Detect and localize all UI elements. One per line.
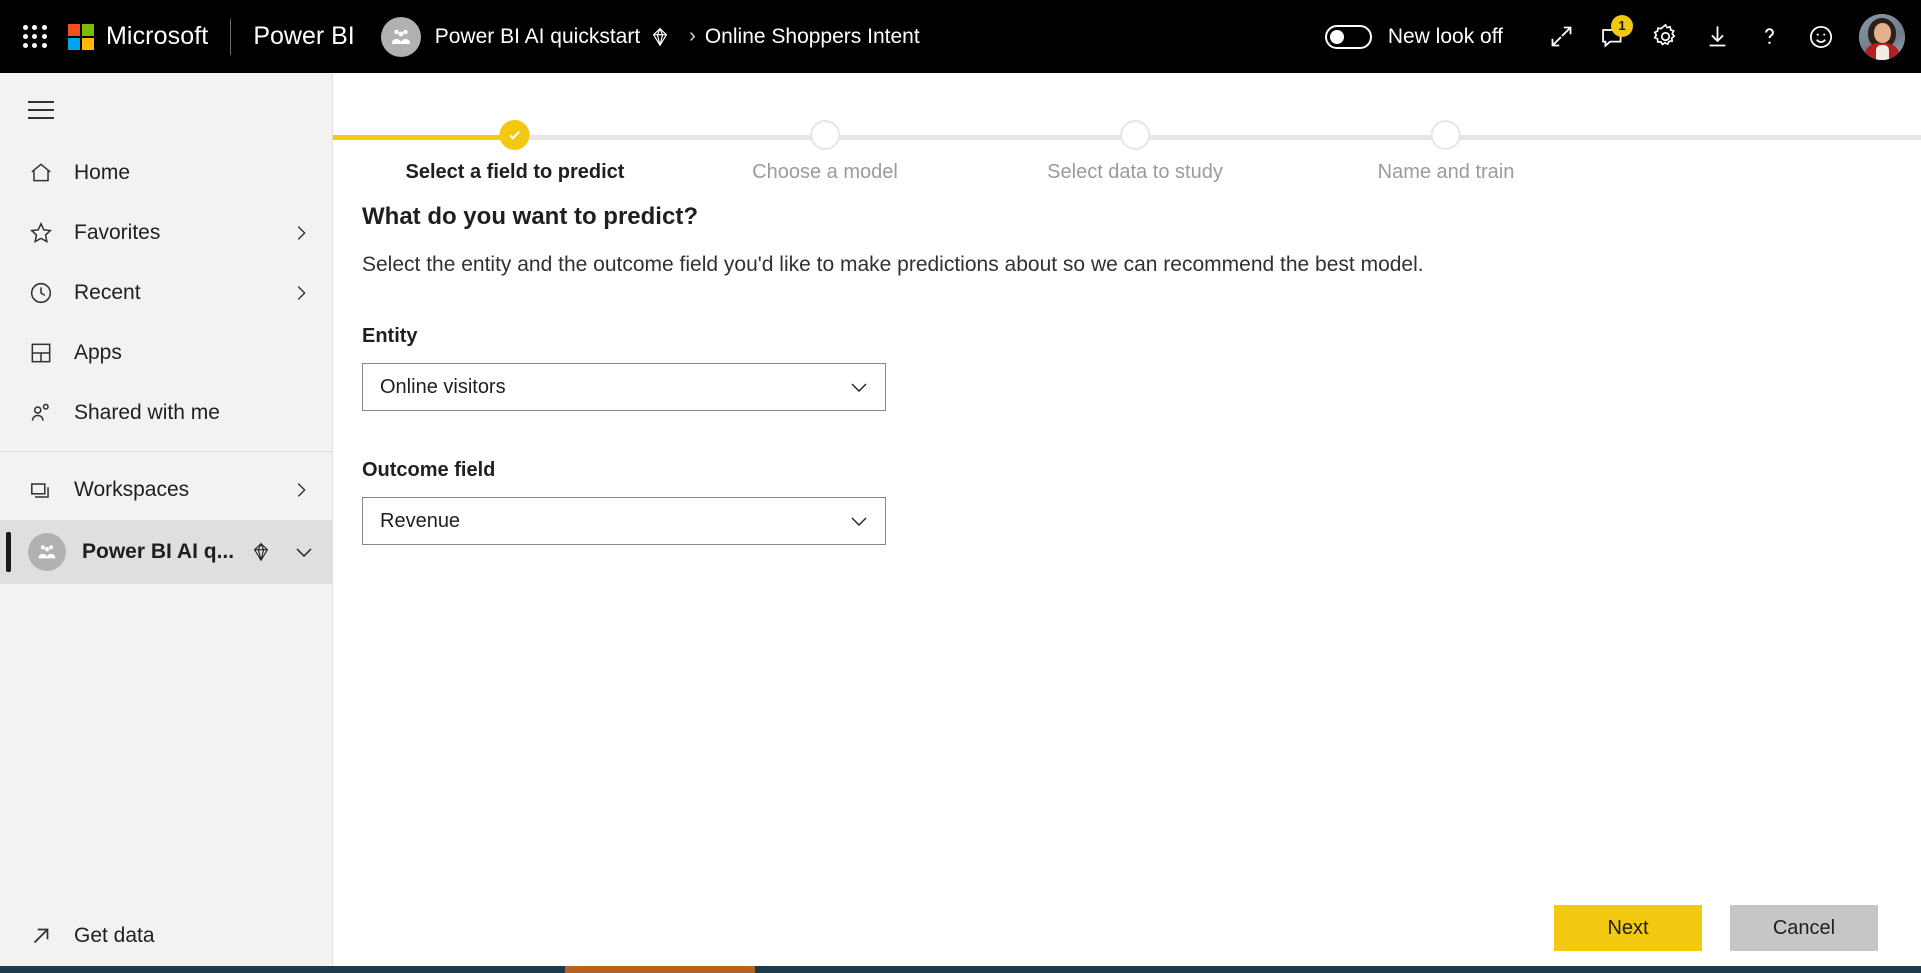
step-label: Choose a model — [752, 161, 898, 184]
sidebar-item-label: Home — [74, 161, 130, 185]
step-choose-a-model[interactable]: Choose a model — [752, 115, 898, 184]
sidebar-item-label: Apps — [74, 341, 122, 365]
fullscreen-expand-icon[interactable] — [1535, 11, 1587, 63]
workspace-avatar-icon — [28, 533, 66, 571]
premium-diamond-icon — [649, 26, 671, 48]
selected-workspace-label: Power BI AI q... — [82, 540, 234, 564]
sidebar-item-recent[interactable]: Recent — [0, 263, 332, 323]
sidebar-divider — [0, 451, 332, 452]
sidebar-get-data-button[interactable]: Get data — [0, 899, 333, 973]
home-icon — [28, 160, 68, 186]
next-button[interactable]: Next — [1554, 905, 1702, 951]
chevron-right-icon[interactable] — [290, 479, 312, 501]
breadcrumb-separator: › — [689, 25, 696, 48]
hamburger-menu-icon[interactable] — [0, 73, 72, 143]
breadcrumb-page[interactable]: Online Shoppers Intent — [705, 25, 920, 49]
notifications-icon[interactable]: 1 — [1587, 11, 1639, 63]
microsoft-logo[interactable]: Microsoft — [68, 22, 208, 51]
microsoft-squares-icon — [68, 24, 94, 50]
sidebar-selected-workspace[interactable]: Power BI AI q... — [0, 520, 332, 584]
entity-dropdown[interactable]: Online visitors — [362, 363, 886, 411]
wizard-stepper: Select a field to predict Choose a model… — [333, 115, 1921, 185]
step-dot — [500, 120, 530, 150]
entity-field-label: Entity — [362, 325, 1921, 348]
people-icon — [28, 400, 68, 426]
sidebar-item-label: Favorites — [74, 221, 160, 245]
page-title: What do you want to predict? — [362, 203, 1921, 231]
checkmark-icon — [502, 122, 528, 148]
chevron-down-icon[interactable] — [847, 375, 871, 399]
selection-indicator — [6, 532, 11, 572]
star-icon — [28, 220, 68, 246]
new-look-toggle-switch[interactable] — [1325, 25, 1372, 49]
breadcrumb-workspace[interactable]: Power BI AI quickstart — [435, 25, 640, 49]
powerbi-product-label[interactable]: Power BI — [253, 22, 354, 51]
sidebar-item-label: Recent — [74, 281, 141, 305]
form-panel: What do you want to predict? Select the … — [333, 185, 1921, 545]
clock-icon — [28, 280, 68, 306]
topbar-actions: New look off 1 — [1325, 11, 1921, 63]
chevron-right-icon[interactable] — [290, 282, 312, 304]
premium-diamond-icon — [250, 541, 272, 563]
apps-grid-icon — [28, 340, 68, 366]
step-select-a-field-to-predict[interactable]: Select a field to predict — [406, 115, 625, 184]
sidebar-item-workspaces[interactable]: Workspaces — [0, 460, 332, 520]
wizard-action-buttons: Next Cancel — [1554, 905, 1878, 951]
user-account-avatar[interactable] — [1859, 14, 1905, 60]
help-question-icon[interactable] — [1743, 11, 1795, 63]
entity-dropdown-value: Online visitors — [380, 376, 506, 399]
outcome-field-dropdown[interactable]: Revenue — [362, 497, 886, 545]
app-launcher-waffle-icon[interactable] — [18, 20, 52, 54]
notifications-badge: 1 — [1611, 15, 1633, 37]
new-look-toggle[interactable]: New look off — [1325, 25, 1503, 49]
chevron-down-icon[interactable] — [847, 509, 871, 533]
sidebar-item-label: Workspaces — [74, 478, 189, 502]
get-data-label: Get data — [74, 924, 155, 948]
bottom-edge-strip — [0, 966, 1921, 973]
step-name-and-train[interactable]: Name and train — [1378, 115, 1515, 184]
workspace-avatar — [381, 17, 421, 57]
new-look-toggle-label: New look off — [1388, 25, 1503, 49]
step-dot — [1120, 120, 1150, 150]
outcome-field-dropdown-value: Revenue — [380, 510, 460, 533]
chevron-down-icon[interactable] — [292, 540, 316, 564]
step-label: Name and train — [1378, 161, 1515, 184]
top-navigation-bar: Microsoft Power BI Power BI AI quickstar… — [0, 0, 1921, 73]
outcome-field-label: Outcome field — [362, 459, 1921, 482]
step-label: Select a field to predict — [406, 161, 625, 184]
step-dot — [1431, 120, 1461, 150]
download-icon[interactable] — [1691, 11, 1743, 63]
bottom-edge-accent — [565, 966, 755, 973]
sidebar-item-shared-with-me[interactable]: Shared with me — [0, 383, 332, 443]
step-dot — [810, 120, 840, 150]
arrow-up-right-icon — [28, 923, 68, 949]
sidebar-item-label: Shared with me — [74, 401, 220, 425]
sidebar-item-apps[interactable]: Apps — [0, 323, 332, 383]
page-description: Select the entity and the outcome field … — [362, 253, 1921, 277]
main-content-area: Select a field to predict Choose a model… — [333, 73, 1921, 973]
cancel-button[interactable]: Cancel — [1730, 905, 1878, 951]
header-divider — [230, 19, 231, 55]
chevron-right-icon[interactable] — [290, 222, 312, 244]
sidebar-item-favorites[interactable]: Favorites — [0, 203, 332, 263]
settings-gear-icon[interactable] — [1639, 11, 1691, 63]
step-select-data-to-study[interactable]: Select data to study — [1047, 115, 1223, 184]
microsoft-brand-label: Microsoft — [106, 22, 208, 51]
feedback-smiley-icon[interactable] — [1795, 11, 1847, 63]
workspaces-icon — [28, 477, 68, 503]
step-label: Select data to study — [1047, 161, 1223, 184]
sidebar-item-home[interactable]: Home — [0, 143, 332, 203]
left-navigation-sidebar: Home Favorites Recent Apps — [0, 73, 333, 973]
